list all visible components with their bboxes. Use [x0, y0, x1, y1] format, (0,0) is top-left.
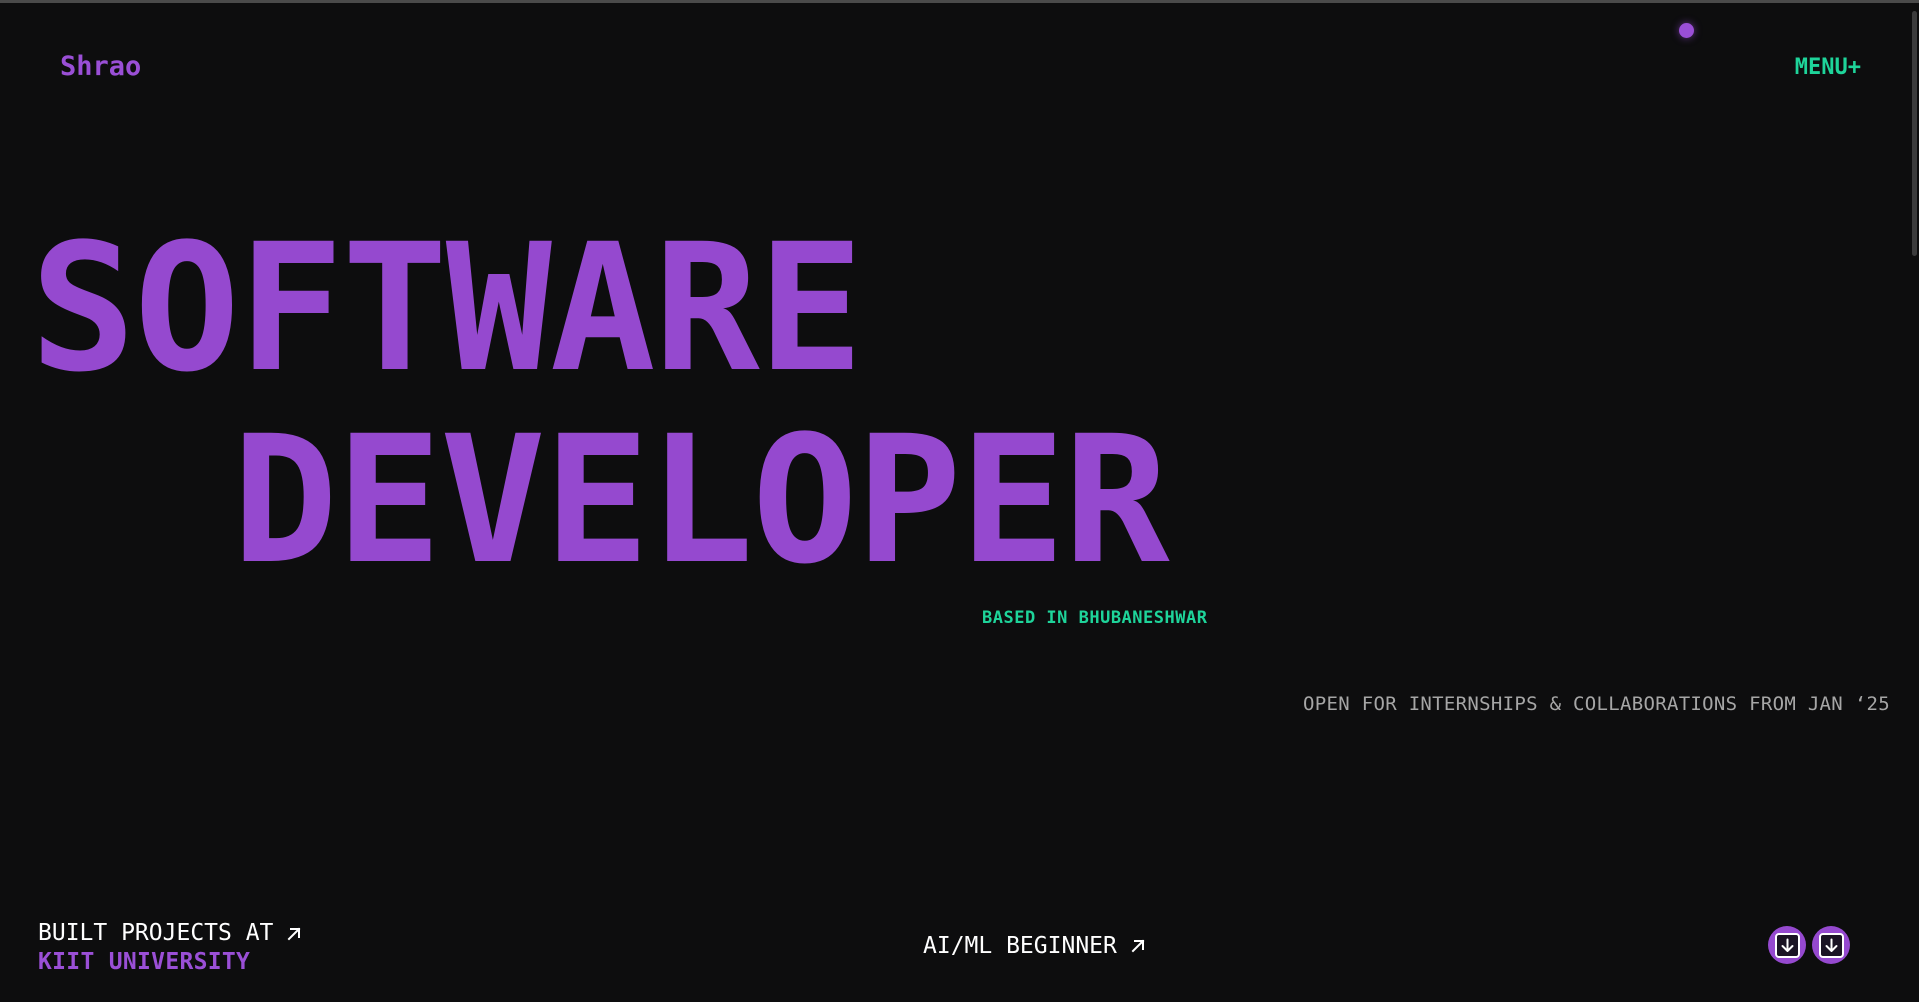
- aiml-link[interactable]: AI/ML BEGINNER: [923, 933, 1145, 959]
- menu-button[interactable]: MENU+: [1795, 55, 1861, 80]
- scroll-down-button-secondary[interactable]: [1812, 926, 1850, 964]
- location-tagline: BASED IN BHUBANESHWAR: [982, 608, 1208, 628]
- availability-text: OPEN FOR INTERNSHIPS & COLLABORATIONS FR…: [1303, 693, 1890, 715]
- cursor-dot: [1679, 23, 1694, 38]
- scroll-down-button[interactable]: [1768, 926, 1806, 964]
- built-projects-label: BUILT PROJECTS AT: [38, 920, 274, 946]
- scrollbar[interactable]: [1909, 3, 1919, 1002]
- arrow-down-icon: [1818, 932, 1844, 958]
- built-projects-block[interactable]: BUILT PROJECTS AT KIIT UNIVERSITY: [38, 919, 301, 977]
- hero-title-line-2: DEVELOPER: [232, 398, 1170, 603]
- scroll-buttons: [1768, 926, 1850, 964]
- arrow-up-right-icon: [1131, 939, 1145, 953]
- aiml-label: AI/ML BEGINNER: [923, 933, 1117, 959]
- logo-link[interactable]: Shrao: [60, 51, 141, 82]
- arrow-down-icon: [1774, 932, 1800, 958]
- university-link[interactable]: KIIT UNIVERSITY: [38, 948, 301, 977]
- scrollbar-thumb[interactable]: [1912, 11, 1917, 256]
- arrow-up-right-icon[interactable]: [287, 927, 301, 941]
- hero-title-line-1: SOFTWARE: [30, 206, 864, 411]
